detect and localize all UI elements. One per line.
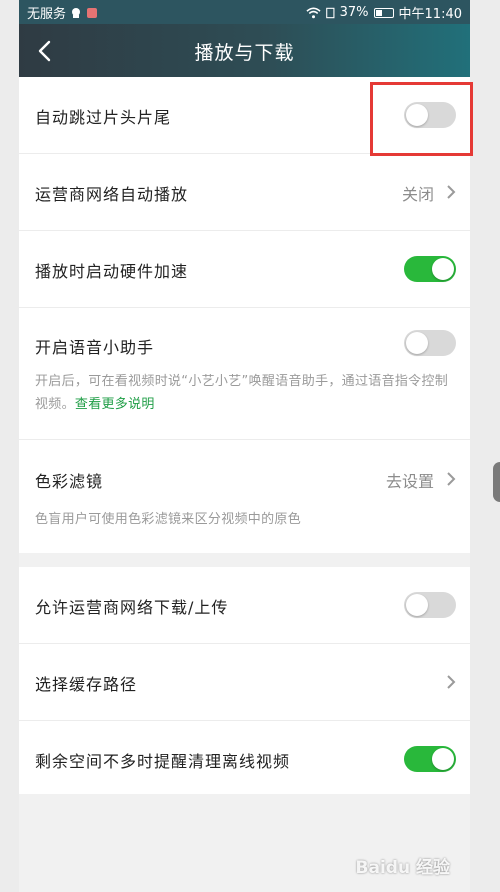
toggle-knob <box>432 258 454 280</box>
status-left: 无服务 <box>27 3 98 22</box>
settings-group-download: 允许运营商网络下载/上传 选择缓存路径 剩余空间不多时提醒清理离线视频 <box>19 567 470 794</box>
setting-label: 色彩滤镜 <box>35 472 104 491</box>
toggle-knob <box>406 332 428 354</box>
setting-value: 关闭 <box>401 185 434 204</box>
page-title: 播放与下载 <box>194 42 295 64</box>
settings-group-playback: 自动跳过片头片尾 运营商网络自动播放 关闭 播放时启动硬件加速 开启语音小助手 … <box>19 77 470 553</box>
header-bar: 播放与下载 <box>19 24 470 77</box>
app-notification-icon <box>87 7 98 18</box>
notification-icon <box>72 7 81 18</box>
clock: 中午11:40 <box>398 7 462 22</box>
setting-row-skip-intro[interactable]: 自动跳过片头片尾 <box>19 77 470 154</box>
battery-icon <box>373 7 394 18</box>
more-info-link[interactable]: 查看更多说明 <box>75 397 155 412</box>
toggle-knob <box>432 748 454 770</box>
wifi-icon <box>306 7 321 18</box>
setting-label: 剩余空间不多时提醒清理离线视频 <box>35 752 291 771</box>
setting-row-cache-path[interactable]: 选择缓存路径 <box>19 644 470 721</box>
battery-percent: 37% <box>339 5 369 20</box>
sim-icon <box>325 7 335 18</box>
setting-label: 允许运营商网络下载/上传 <box>35 598 229 617</box>
setting-row-hw-accel[interactable]: 播放时启动硬件加速 <box>19 231 470 308</box>
setting-row-voice-assistant[interactable]: 开启语音小助手 开启后，可在看视频时说“小艺小艺”唤醒语音助手，通过语音指令控制… <box>19 308 470 440</box>
chevron-right-icon <box>447 675 456 689</box>
status-right: 37% 中午11:40 <box>306 3 462 22</box>
setting-row-cellular-autoplay[interactable]: 运营商网络自动播放 关闭 <box>19 154 470 231</box>
floating-edge-handle[interactable] <box>493 462 500 502</box>
setting-row-cellular-download[interactable]: 允许运营商网络下载/上传 <box>19 567 470 644</box>
chevron-right-icon <box>447 472 456 486</box>
hw-accel-toggle[interactable] <box>404 256 456 282</box>
storage-reminder-toggle[interactable] <box>404 746 456 772</box>
setting-label: 播放时启动硬件加速 <box>35 262 189 281</box>
setting-description: 开启后，可在看视频时说“小艺小艺”唤醒语音助手，通过语音指令控制视频。查看更多说… <box>35 370 450 416</box>
skip-intro-toggle[interactable] <box>404 102 456 128</box>
toggle-knob <box>406 594 428 616</box>
setting-label: 开启语音小助手 <box>35 338 155 357</box>
setting-description: 色盲用户可使用色彩滤镜来区分视频中的原色 <box>35 512 302 527</box>
setting-label: 选择缓存路径 <box>35 675 138 694</box>
chevron-right-icon <box>447 185 456 199</box>
setting-value: 去设置 <box>385 472 434 491</box>
setting-row-storage-reminder[interactable]: 剩余空间不多时提醒清理离线视频 <box>19 721 470 796</box>
carrier-text: 无服务 <box>27 7 67 22</box>
cellular-download-toggle[interactable] <box>404 592 456 618</box>
setting-row-color-filter[interactable]: 色彩滤镜 去设置 色盲用户可使用色彩滤镜来区分视频中的原色 <box>19 440 470 555</box>
status-bar: 无服务 37% 中午11:40 <box>19 0 470 24</box>
toggle-knob <box>406 104 428 126</box>
phone-screen: 无服务 37% 中午11:40 播放与下载 自动跳过片头片尾 运营商网络自动播放… <box>19 0 470 892</box>
voice-assistant-toggle[interactable] <box>404 330 456 356</box>
setting-label: 运营商网络自动播放 <box>35 185 189 204</box>
setting-label: 自动跳过片头片尾 <box>35 108 172 127</box>
baidu-watermark: Baidu 经验 <box>355 858 450 878</box>
